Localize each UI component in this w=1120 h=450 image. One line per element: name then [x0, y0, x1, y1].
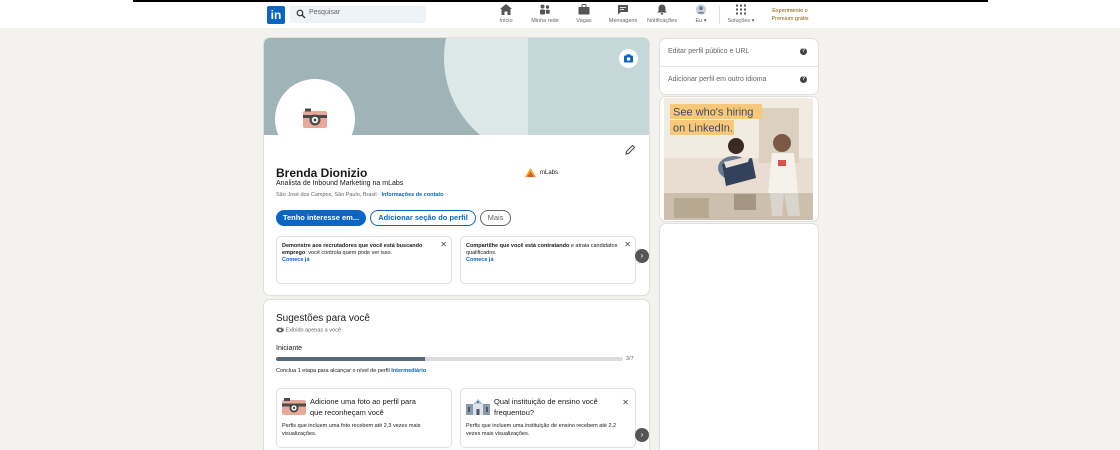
private-note: Exibido apenas a você — [276, 327, 341, 333]
open-to-button[interactable]: Tenho interesse em... — [276, 210, 366, 226]
hiring-ad[interactable]: See who's hiring on LinkedIn. — [660, 97, 818, 221]
profile-progress-bar — [276, 357, 623, 361]
hiring-promo: ✕ Compartilhe que você está contratando … — [460, 236, 636, 284]
edit-banner-button[interactable] — [619, 49, 638, 68]
grid-icon — [736, 4, 746, 15]
premium-line2: Premium grátis — [771, 16, 809, 22]
ad-headline-line2: on LinkedIn. — [673, 123, 733, 135]
suggestion-desc: Perfis que incluem uma instituição de en… — [466, 423, 617, 437]
camera-icon — [282, 398, 306, 415]
suggestion-add-school[interactable]: ✕ Qual instituição de ensino você freque… — [460, 388, 636, 448]
progress-fill — [276, 357, 426, 361]
next-level-link[interactable]: Intermediário — [391, 368, 426, 374]
search-icon — [296, 9, 306, 19]
nav-divider — [719, 6, 720, 24]
close-icon[interactable]: ✕ — [624, 241, 631, 249]
linkedin-logo-icon[interactable]: in — [267, 6, 285, 24]
profile-settings-card: Editar perfil público e URL ? Adicionar … — [660, 39, 818, 94]
close-icon[interactable]: ✕ — [622, 398, 629, 407]
sidebar-empty-card — [660, 224, 818, 450]
next-level-text: Conclua 1 etapa para alcançar o nível de… — [276, 368, 392, 374]
messaging-icon — [618, 5, 628, 15]
divider — [660, 66, 818, 67]
suggestion-add-photo[interactable]: Adicione uma foto ao perfil para que rec… — [276, 388, 452, 448]
ad-headline-line1: See who's hiring — [673, 107, 753, 119]
add-profile-section-button[interactable]: Adicionar seção do perfil — [370, 210, 476, 226]
premium-trial-link[interactable]: Experimente o Premium grátis — [762, 7, 818, 23]
help-icon[interactable]: ? — [800, 48, 807, 55]
nav-messaging-label: Mensagens — [608, 18, 638, 24]
help-icon[interactable]: ? — [800, 76, 807, 83]
add-language-profile-link[interactable]: Adicionar perfil em outro idioma — [668, 76, 766, 83]
network-icon — [540, 4, 550, 15]
promo-text: : você controla quem pode ver isso. — [305, 250, 393, 256]
nav-home[interactable]: Início — [497, 4, 515, 26]
profile-name: Brenda Dionizio — [276, 166, 368, 180]
search-placeholder: Pesquisar — [309, 9, 341, 16]
promo-cta-link[interactable]: Comece já — [466, 257, 630, 264]
nav-me-label: Eu ▾ — [695, 18, 707, 24]
nav-network-label: Minha rede — [531, 18, 559, 24]
global-nav: in Pesquisar Início Minha rede Vagas Men… — [0, 0, 1120, 28]
edit-public-profile-link[interactable]: Editar perfil público e URL — [668, 48, 749, 55]
nav-jobs[interactable]: Vagas — [573, 4, 595, 26]
nav-jobs-label: Vagas — [576, 18, 592, 24]
home-icon — [500, 4, 512, 15]
current-company[interactable]: mLabs — [525, 168, 558, 177]
profile-card: Brenda Dionizio Analista de Inbound Mark… — [264, 38, 649, 295]
nav-home-label: Início — [499, 18, 513, 24]
profile-location-line: São José dos Campos, São Paulo, Brasil ·… — [276, 192, 444, 198]
nav-solutions-label: Soluções ▾ — [727, 18, 755, 24]
profile-level: Iniciante — [276, 345, 303, 352]
promo-text-bold: Compartilhe que você está contratando — [466, 243, 570, 249]
next-level-hint: Conclua 1 etapa para alcançar o nível de… — [276, 368, 426, 374]
nav-notifications[interactable]: Notificações — [645, 4, 679, 26]
mlabs-logo-icon — [525, 168, 536, 177]
suggestions-card: Sugestões para você Exibido apenas a voc… — [264, 300, 649, 450]
suggestion-desc: Perfis que incluem uma foto recebem até … — [282, 423, 421, 437]
suggestion-title: Adicione uma foto ao perfil para que rec… — [310, 397, 416, 417]
company-name: mLabs — [540, 170, 559, 177]
profile-photo-placeholder[interactable] — [275, 79, 355, 159]
suggestions-title: Sugestões para você — [276, 313, 370, 324]
nav-notifications-label: Notificações — [647, 18, 677, 24]
contact-info-link[interactable]: Informações de contato — [381, 192, 443, 198]
eye-icon — [276, 327, 284, 333]
profile-location: São José dos Campos, São Paulo, Brasil · — [276, 192, 382, 198]
private-note-text: Exibido apenas a você — [285, 327, 341, 334]
search-input[interactable]: Pesquisar — [290, 6, 426, 23]
camera-icon — [624, 54, 633, 63]
nav-me[interactable]: Eu ▾ — [692, 4, 710, 26]
nav-solutions[interactable]: Soluções ▾ — [724, 4, 758, 26]
camera-icon — [303, 108, 327, 128]
bell-icon — [657, 4, 667, 15]
suggestion-title: Qual instituição de ensino você frequent… — [494, 397, 598, 417]
nav-network[interactable]: Minha rede — [527, 4, 563, 26]
close-icon[interactable]: ✕ — [440, 241, 447, 249]
premium-line1: Experimente o — [772, 8, 808, 14]
briefcase-icon — [578, 4, 590, 15]
hiring-ad-image: See who's hiring on LinkedIn. — [664, 98, 813, 220]
carousel-next-button[interactable]: › — [635, 249, 649, 263]
nav-messaging[interactable]: Mensagens — [606, 4, 640, 26]
more-button[interactable]: Mais — [480, 210, 511, 226]
progress-count: 3/7 — [626, 356, 634, 362]
me-avatar-icon — [695, 4, 707, 15]
profile-headline: Analista de Inbound Marketing na mLabs — [276, 180, 404, 187]
edit-pencil-icon[interactable] — [623, 143, 637, 157]
open-to-work-promo: ✕ Demonstre aos recrutadores que você es… — [276, 236, 452, 284]
carousel-next-button[interactable]: › — [635, 428, 649, 442]
promo-cta-link[interactable]: Comece já — [282, 257, 446, 264]
school-icon — [466, 399, 490, 415]
top-border — [133, 0, 988, 2]
